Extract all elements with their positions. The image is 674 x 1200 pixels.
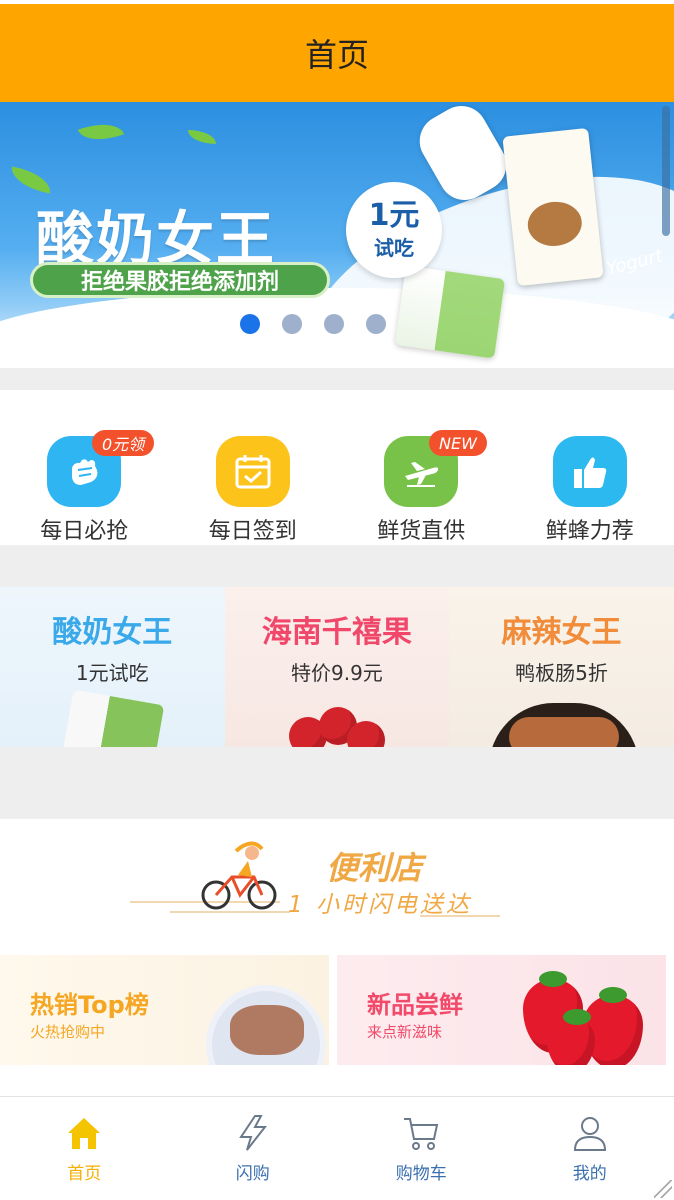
app-header: 首页: [0, 0, 674, 102]
promo-subtitle: 特价9.9元: [290, 661, 383, 685]
quick-item-fresh-direct[interactable]: 鲜货直供 NEW: [337, 390, 506, 545]
yogurt-cup-image: [394, 265, 506, 359]
promo-title: 海南千禧果: [261, 615, 412, 650]
category-title: 热销Top榜: [30, 991, 149, 1019]
quick-item-check-in[interactable]: 每日签到: [169, 390, 338, 545]
price-badge-text: 试吃: [374, 235, 414, 260]
quick-item-label: 每日必抢: [40, 519, 129, 544]
promo-card-yogurt[interactable]: 酸奶女王 1元试吃: [0, 587, 225, 747]
section-divider: [0, 747, 674, 819]
price-badge: 1元 试吃: [346, 182, 442, 278]
walnut-image: [525, 199, 584, 249]
carousel-indicators: [240, 314, 386, 334]
leaf-decoration: [8, 166, 54, 194]
promo-title: 麻辣女王: [501, 615, 622, 650]
strawberry-image: [547, 1009, 595, 1065]
tab-cart[interactable]: 购物车: [337, 1097, 506, 1200]
quick-item-daily-deal[interactable]: 每日必抢 0元领: [0, 390, 169, 545]
tab-label: 我的: [572, 1164, 607, 1184]
category-subtitle: 火热抢购中: [30, 1023, 106, 1041]
price-badge-price: 1元: [368, 197, 420, 233]
quick-item-label: 鲜货直供: [377, 519, 466, 544]
tab-label: 首页: [67, 1164, 102, 1184]
page-title: 首页: [304, 36, 369, 74]
cherry-tomato-image: [288, 707, 389, 747]
user-icon: [573, 1117, 606, 1151]
promo-cards: 酸奶女王 1元试吃 海南千禧果 特价9.9元 麻辣女王 鸭板肠5折: [0, 587, 674, 747]
meat-plate-image: [206, 985, 326, 1065]
banner-carousel[interactable]: 酸奶女王 拒绝果胶拒绝添加剂 1元 试吃 Yogurt: [0, 102, 674, 368]
quick-item-recommended[interactable]: 鲜蜂力荐: [506, 390, 674, 545]
calendar-check-icon: [215, 436, 290, 507]
cart-icon: [404, 1118, 439, 1150]
carousel-dot[interactable]: [282, 314, 302, 334]
bottom-tab-bar: 首页 闪购 购物车 我的: [0, 1096, 674, 1200]
resize-grip-icon[interactable]: [654, 1180, 672, 1198]
store-title: 便利店: [326, 849, 423, 887]
convenience-store-banner[interactable]: 便利店 1 小时闪电送达: [0, 819, 674, 951]
tab-profile[interactable]: 我的: [506, 1097, 674, 1200]
new-tag-badge: NEW: [429, 430, 487, 456]
tab-flash-sale[interactable]: 闪购: [169, 1097, 338, 1200]
quick-entry-grid: 每日必抢 0元领 每日签到 鲜货直供 NEW 鲜蜂力荐: [0, 390, 674, 545]
home-icon: [68, 1118, 101, 1149]
promo-card-spicy[interactable]: 麻辣女王 鸭板肠5折: [449, 587, 674, 747]
promo-title: 酸奶女王: [52, 615, 173, 650]
thumbs-up-icon: [552, 436, 627, 507]
category-card-new-items[interactable]: 新品尝鲜 来点新滋味: [337, 955, 666, 1065]
promo-subtitle: 1元试吃: [75, 661, 149, 685]
carousel-dot-active[interactable]: [240, 314, 260, 334]
section-divider: [0, 368, 674, 390]
tab-home[interactable]: 首页: [0, 1097, 169, 1200]
quick-item-label: 鲜蜂力荐: [545, 519, 634, 544]
yogurt-carton-image: [502, 127, 604, 287]
leaf-decoration: [188, 130, 216, 144]
scrollbar[interactable]: [662, 106, 670, 236]
category-title: 新品尝鲜: [367, 991, 463, 1019]
leaf-decoration: [77, 115, 125, 149]
yogurt-cup-image: [59, 689, 165, 747]
free-tag-badge: 0元领: [92, 430, 155, 456]
carousel-dot[interactable]: [366, 314, 386, 334]
tab-label: 闪购: [235, 1164, 270, 1184]
section-divider: [0, 545, 674, 587]
tab-label: 购物车: [395, 1164, 447, 1184]
promo-subtitle: 鸭板肠5折: [515, 661, 608, 685]
quick-item-label: 每日签到: [208, 519, 297, 544]
category-subtitle: 来点新滋味: [367, 1023, 443, 1041]
banner-subtitle: 拒绝果胶拒绝添加剂: [30, 262, 330, 298]
bicycle-rider-icon: [201, 841, 277, 910]
lightning-icon: [238, 1115, 267, 1151]
category-cards: 热销Top榜 火热抢购中 新品尝鲜 来点新滋味: [0, 955, 674, 1065]
category-card-top-sellers[interactable]: 热销Top榜 火热抢购中: [0, 955, 329, 1065]
promo-card-tomato[interactable]: 海南千禧果 特价9.9元: [224, 587, 450, 747]
store-subtitle: 1 小时闪电送达: [288, 892, 472, 918]
duck-snack-image: [489, 703, 640, 747]
carousel-dot[interactable]: [324, 314, 344, 334]
